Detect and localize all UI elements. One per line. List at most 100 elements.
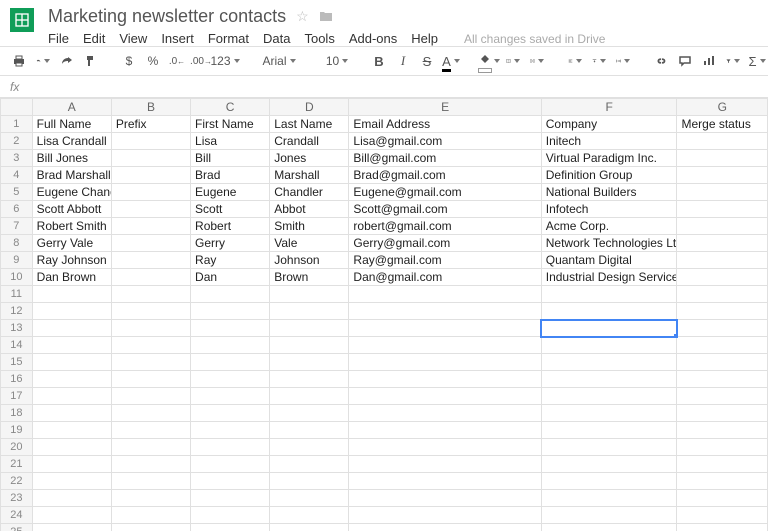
cell-F5[interactable]: National Builders [541,184,677,201]
cell-B14[interactable] [111,337,190,354]
row-header[interactable]: 5 [1,184,33,201]
cell-D4[interactable]: Marshall [270,167,349,184]
col-header-E[interactable]: E [349,99,541,116]
cell-E15[interactable] [349,354,541,371]
cell-G24[interactable] [677,507,768,524]
row-header[interactable]: 16 [1,371,33,388]
row-header[interactable]: 14 [1,337,33,354]
cell-C9[interactable]: Ray [191,252,270,269]
cell-G21[interactable] [677,456,768,473]
col-header-B[interactable]: B [111,99,190,116]
cell-E7[interactable]: robert@gmail.com [349,218,541,235]
col-header-F[interactable]: F [541,99,677,116]
col-header-G[interactable]: G [677,99,768,116]
cell-C7[interactable]: Robert [191,218,270,235]
cell-F22[interactable] [541,473,677,490]
cell-C10[interactable]: Dan [191,269,270,286]
menu-view[interactable]: View [119,31,147,46]
col-header-C[interactable]: C [191,99,270,116]
cell-F8[interactable]: Network Technologies Ltd. [541,235,677,252]
cell-E18[interactable] [349,405,541,422]
cell-A11[interactable] [32,286,111,303]
menu-insert[interactable]: Insert [161,31,194,46]
cell-E22[interactable] [349,473,541,490]
cell-D14[interactable] [270,337,349,354]
col-header-D[interactable]: D [270,99,349,116]
row-header[interactable]: 13 [1,320,33,337]
cell-F25[interactable] [541,524,677,531]
cell-D24[interactable] [270,507,349,524]
cell-F7[interactable]: Acme Corp. [541,218,677,235]
cell-E21[interactable] [349,456,541,473]
cell-B1[interactable]: Prefix [111,116,190,133]
cell-C8[interactable]: Gerry [191,235,270,252]
cell-C23[interactable] [191,490,270,507]
cell-G12[interactable] [677,303,768,320]
cell-B20[interactable] [111,439,190,456]
cell-E11[interactable] [349,286,541,303]
row-header[interactable]: 6 [1,201,33,218]
cell-B5[interactable] [111,184,190,201]
cell-D16[interactable] [270,371,349,388]
row-header[interactable]: 9 [1,252,33,269]
cell-F19[interactable] [541,422,677,439]
cell-E8[interactable]: Gerry@gmail.com [349,235,541,252]
cell-F4[interactable]: Definition Group [541,167,677,184]
paint-format-icon[interactable] [82,51,100,71]
cell-A2[interactable]: Lisa Crandall [32,133,111,150]
cell-F17[interactable] [541,388,677,405]
cell-B10[interactable] [111,269,190,286]
cell-D15[interactable] [270,354,349,371]
cell-C13[interactable] [191,320,270,337]
cell-B16[interactable] [111,371,190,388]
cell-B21[interactable] [111,456,190,473]
cell-A13[interactable] [32,320,111,337]
row-header[interactable]: 1 [1,116,33,133]
cell-F12[interactable] [541,303,677,320]
cell-G3[interactable] [677,150,768,167]
number-format-button[interactable]: 123 [216,51,234,71]
cell-A24[interactable] [32,507,111,524]
cell-F23[interactable] [541,490,677,507]
cell-E25[interactable] [349,524,541,531]
cell-F18[interactable] [541,405,677,422]
cell-G11[interactable] [677,286,768,303]
cell-D18[interactable] [270,405,349,422]
cell-C1[interactable]: First Name [191,116,270,133]
cell-C2[interactable]: Lisa [191,133,270,150]
row-header[interactable]: 17 [1,388,33,405]
cell-D13[interactable] [270,320,349,337]
cell-F21[interactable] [541,456,677,473]
wrap-button[interactable] [614,51,632,71]
cell-F10[interactable]: Industrial Design Services [541,269,677,286]
cell-A16[interactable] [32,371,111,388]
cell-E1[interactable]: Email Address [349,116,541,133]
row-header[interactable]: 4 [1,167,33,184]
menu-tools[interactable]: Tools [304,31,334,46]
cell-F16[interactable] [541,371,677,388]
cell-C22[interactable] [191,473,270,490]
cell-B12[interactable] [111,303,190,320]
functions-icon[interactable]: Σ [748,51,766,71]
cell-C5[interactable]: Eugene [191,184,270,201]
cell-E3[interactable]: Bill@gmail.com [349,150,541,167]
cell-C25[interactable] [191,524,270,531]
cell-E14[interactable] [349,337,541,354]
cell-A3[interactable]: Bill Jones [32,150,111,167]
cell-G10[interactable] [677,269,768,286]
row-header[interactable]: 24 [1,507,33,524]
cell-A14[interactable] [32,337,111,354]
cell-D10[interactable]: Brown [270,269,349,286]
cell-G14[interactable] [677,337,768,354]
cell-D17[interactable] [270,388,349,405]
cell-F3[interactable]: Virtual Paradigm Inc. [541,150,677,167]
cell-A21[interactable] [32,456,111,473]
fill-color-button[interactable] [480,51,498,71]
cell-A8[interactable]: Gerry Vale [32,235,111,252]
cell-G22[interactable] [677,473,768,490]
cell-A6[interactable]: Scott Abbott [32,201,111,218]
cell-D1[interactable]: Last Name [270,116,349,133]
cell-C15[interactable] [191,354,270,371]
cell-D7[interactable]: Smith [270,218,349,235]
cell-D19[interactable] [270,422,349,439]
